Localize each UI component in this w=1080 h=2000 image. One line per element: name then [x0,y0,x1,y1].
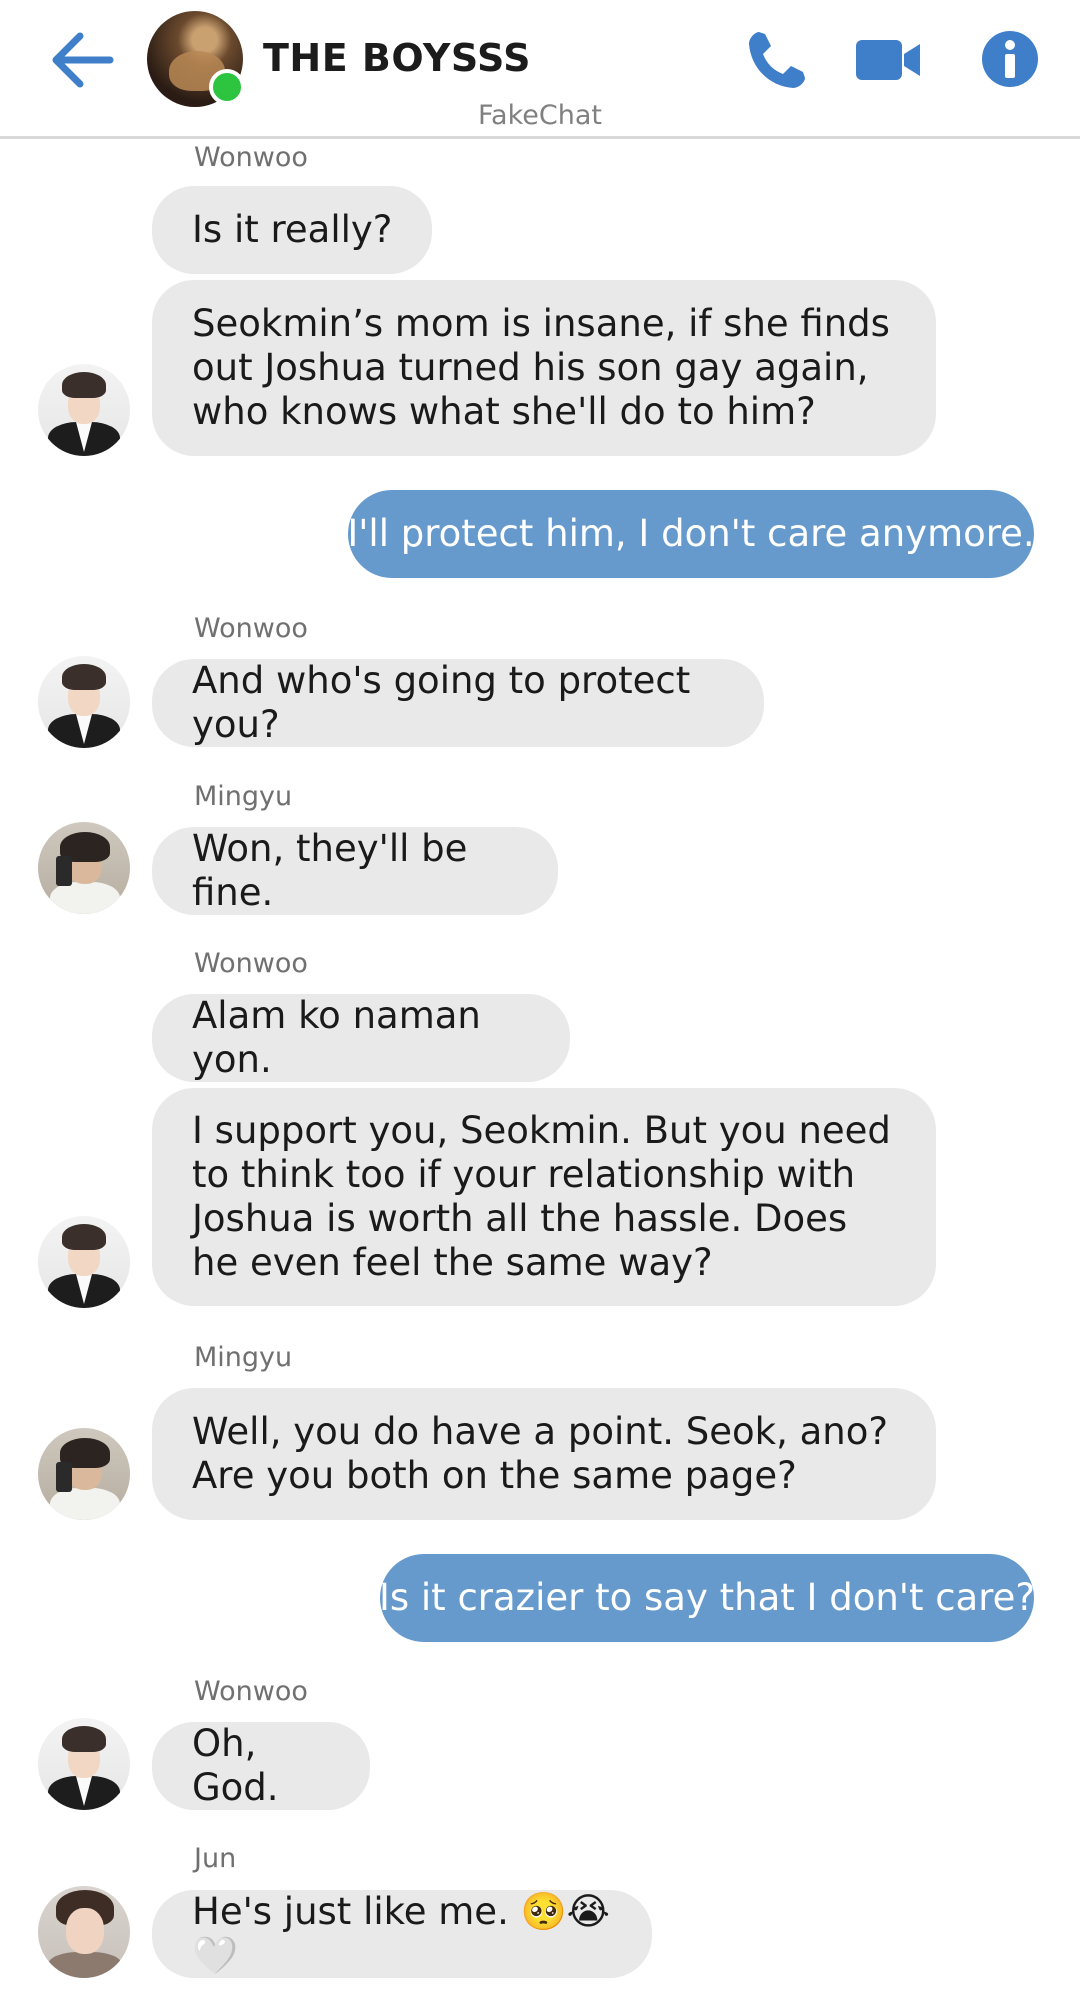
message-text: Won, they'll be fine. [192,827,468,914]
avatar-wonwoo[interactable] [38,1718,130,1810]
message-text: Is it crazier to say that I don't care? [378,1576,1036,1619]
sender-name: Mingyu [194,1342,293,1373]
sender-name: Mingyu [194,781,293,812]
message-text: Seokmin’s mom is insane, if she finds ou… [192,302,890,433]
outgoing-message-bubble[interactable]: I'll protect him, I don't care anymore. [347,490,1035,578]
message-text: I'll protect him, I don't care anymore. [347,512,1035,555]
avatar-jun[interactable] [38,1886,130,1978]
sender-name: Wonwoo [194,1676,308,1707]
chat-title[interactable]: THE BOYSSS [263,36,531,80]
sender-name: Jun [194,1843,237,1874]
incoming-message-bubble[interactable]: Well, you do have a point. Seok, ano? Ar… [152,1388,936,1520]
incoming-message-bubble[interactable]: I support you, Seokmin. But you need to … [152,1088,936,1306]
sender-name: Wonwoo [194,142,308,173]
sender-name: Wonwoo [194,948,308,979]
incoming-message-bubble[interactable]: Oh, God. [152,1722,370,1810]
message-text: Alam ko naman yon. [192,994,481,1081]
message-text: Well, you do have a point. Seok, ano? Ar… [192,1410,888,1497]
watermark: FakeChat [478,100,602,131]
incoming-message-bubble[interactable]: Seokmin’s mom is insane, if she finds ou… [152,280,936,456]
avatar-wonwoo[interactable] [38,656,130,748]
sender-name: Wonwoo [194,613,308,644]
incoming-message-bubble[interactable]: Is it really? [152,186,433,274]
incoming-message-bubble[interactable]: And who's going to protect you? [152,659,764,747]
avatar-wonwoo[interactable] [38,1216,130,1308]
message-text: Is it really? [192,208,393,251]
message-text: Oh, God. [192,1722,279,1809]
message-text: He's just like me. 🥺😭🤍 [192,1890,610,1977]
outgoing-message-bubble[interactable]: Is it crazier to say that I don't care? [378,1554,1036,1642]
message-text: I support you, Seokmin. But you need to … [192,1109,891,1284]
avatar-wonwoo[interactable] [38,364,130,456]
avatar-mingyu[interactable] [38,822,130,914]
incoming-message-bubble[interactable]: Won, they'll be fine. [152,827,558,915]
message-text: And who's going to protect you? [192,659,691,746]
phone-icon[interactable] [745,28,807,92]
incoming-message-bubble[interactable]: Alam ko naman yon. [152,994,570,1082]
chat-header: THE BOYSSS FakeChat [0,0,1080,139]
video-camera-icon[interactable] [854,28,922,92]
incoming-message-bubble[interactable]: He's just like me. 🥺😭🤍 [152,1890,652,1978]
group-avatar[interactable] [147,11,245,107]
avatar-mingyu[interactable] [38,1428,130,1520]
back-arrow-icon[interactable] [50,30,114,90]
info-icon[interactable] [981,30,1039,88]
